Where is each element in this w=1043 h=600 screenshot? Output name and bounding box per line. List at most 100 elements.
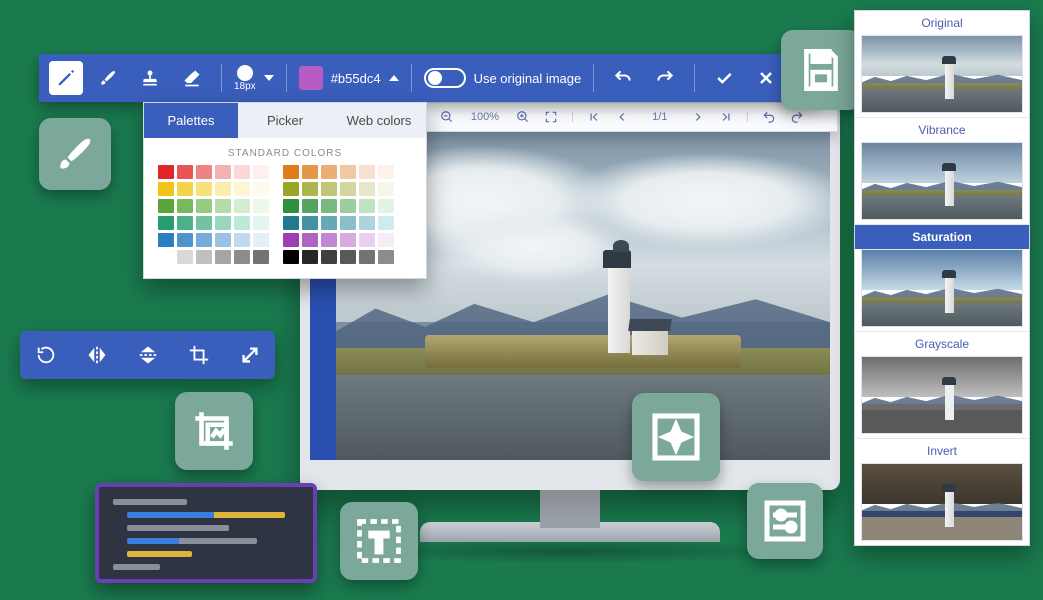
undo-small-icon[interactable] xyxy=(761,109,777,125)
palette-color[interactable] xyxy=(196,216,212,230)
palette-color[interactable] xyxy=(158,182,174,196)
sliders-tile[interactable] xyxy=(747,483,823,559)
palette-color[interactable] xyxy=(215,216,231,230)
palette-color[interactable] xyxy=(283,250,299,264)
crop-button[interactable] xyxy=(184,340,214,370)
palette-color[interactable] xyxy=(321,165,337,179)
palette-color[interactable] xyxy=(321,199,337,213)
filter-item[interactable]: Vibrance xyxy=(855,118,1029,225)
palette-color[interactable] xyxy=(321,233,337,247)
last-page-icon[interactable] xyxy=(718,109,734,125)
palette-color[interactable] xyxy=(177,199,193,213)
undo-button[interactable] xyxy=(606,61,640,95)
filter-item[interactable]: Invert xyxy=(855,439,1029,546)
palette-color[interactable] xyxy=(378,182,394,196)
palette-color[interactable] xyxy=(177,216,193,230)
palette-color[interactable] xyxy=(283,216,299,230)
palette-color[interactable] xyxy=(196,233,212,247)
palette-color[interactable] xyxy=(340,250,356,264)
palette-color[interactable] xyxy=(321,182,337,196)
palette-color[interactable] xyxy=(158,250,174,264)
save-tile[interactable] xyxy=(781,30,861,110)
palette-color[interactable] xyxy=(321,250,337,264)
palette-color[interactable] xyxy=(215,165,231,179)
prev-page-icon[interactable] xyxy=(614,109,630,125)
zoom-out-icon[interactable] xyxy=(439,109,455,125)
resize-button[interactable] xyxy=(235,340,265,370)
palette-color[interactable] xyxy=(378,216,394,230)
sparkle-image-tile[interactable] xyxy=(632,393,720,481)
filter-item[interactable]: Saturation xyxy=(855,225,1029,332)
filter-item[interactable]: Grayscale xyxy=(855,332,1029,439)
chevron-up-icon[interactable] xyxy=(389,75,399,81)
filter-item[interactable]: Original xyxy=(855,11,1029,118)
palette-color[interactable] xyxy=(234,216,250,230)
palette-color[interactable] xyxy=(302,165,318,179)
palette-color[interactable] xyxy=(340,233,356,247)
flip-horizontal-button[interactable] xyxy=(82,340,112,370)
color-swatch[interactable] xyxy=(299,66,323,90)
palette-color[interactable] xyxy=(253,182,269,196)
flip-vertical-button[interactable] xyxy=(133,340,163,370)
palette-color[interactable] xyxy=(359,182,375,196)
palette-color[interactable] xyxy=(253,250,269,264)
palette-color[interactable] xyxy=(234,199,250,213)
palette-color[interactable] xyxy=(215,199,231,213)
palette-color[interactable] xyxy=(340,216,356,230)
crop-image-tile[interactable] xyxy=(175,392,253,470)
zoom-in-icon[interactable] xyxy=(515,109,531,125)
stamp-button[interactable] xyxy=(133,61,167,95)
cancel-button[interactable] xyxy=(749,61,783,95)
brush-tile[interactable] xyxy=(39,118,111,190)
tab-picker[interactable]: Picker xyxy=(238,103,332,138)
chevron-down-icon[interactable] xyxy=(264,75,274,81)
palette-color[interactable] xyxy=(283,182,299,196)
palette-color[interactable] xyxy=(215,250,231,264)
palette-color[interactable] xyxy=(253,199,269,213)
redo-small-icon[interactable] xyxy=(789,109,805,125)
palette-color[interactable] xyxy=(302,250,318,264)
tab-web-colors[interactable]: Web colors xyxy=(332,103,426,138)
palette-color[interactable] xyxy=(302,199,318,213)
palette-color[interactable] xyxy=(158,165,174,179)
palette-color[interactable] xyxy=(215,233,231,247)
palette-color[interactable] xyxy=(283,165,299,179)
palette-color[interactable] xyxy=(177,233,193,247)
palette-color[interactable] xyxy=(196,250,212,264)
text-frame-tile[interactable]: T xyxy=(340,502,418,580)
palette-color[interactable] xyxy=(253,165,269,179)
first-page-icon[interactable] xyxy=(586,109,602,125)
palette-color[interactable] xyxy=(196,165,212,179)
palette-color[interactable] xyxy=(196,199,212,213)
palette-color[interactable] xyxy=(283,199,299,213)
palette-color[interactable] xyxy=(177,165,193,179)
palette-color[interactable] xyxy=(359,250,375,264)
palette-color[interactable] xyxy=(234,233,250,247)
palette-color[interactable] xyxy=(196,182,212,196)
rotate-button[interactable] xyxy=(31,340,61,370)
palette-color[interactable] xyxy=(378,250,394,264)
palette-color[interactable] xyxy=(253,216,269,230)
brush-size-control[interactable]: 18px xyxy=(234,65,256,92)
palette-color[interactable] xyxy=(234,182,250,196)
palette-color[interactable] xyxy=(359,199,375,213)
brush-button[interactable] xyxy=(91,61,125,95)
palette-color[interactable] xyxy=(359,165,375,179)
palette-color[interactable] xyxy=(302,182,318,196)
palette-color[interactable] xyxy=(302,216,318,230)
tab-palettes[interactable]: Palettes xyxy=(144,103,238,138)
palette-color[interactable] xyxy=(177,250,193,264)
pencil-button[interactable] xyxy=(49,61,83,95)
palette-color[interactable] xyxy=(378,199,394,213)
palette-color[interactable] xyxy=(177,182,193,196)
palette-color[interactable] xyxy=(321,216,337,230)
palette-color[interactable] xyxy=(253,233,269,247)
next-page-icon[interactable] xyxy=(690,109,706,125)
palette-color[interactable] xyxy=(340,165,356,179)
redo-button[interactable] xyxy=(648,61,682,95)
palette-color[interactable] xyxy=(234,250,250,264)
eraser-button[interactable] xyxy=(175,61,209,95)
palette-color[interactable] xyxy=(340,199,356,213)
use-original-toggle[interactable] xyxy=(424,68,466,88)
palette-color[interactable] xyxy=(302,233,318,247)
